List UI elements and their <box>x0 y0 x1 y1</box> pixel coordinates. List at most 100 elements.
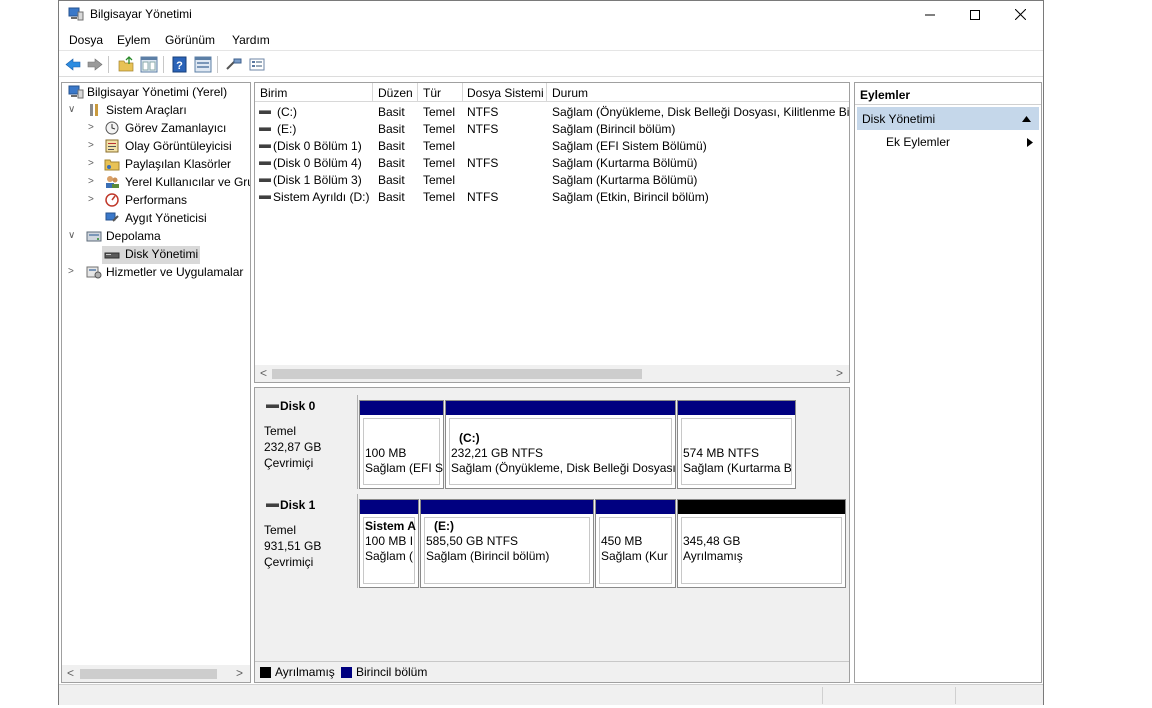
performance-icon <box>105 193 119 207</box>
scroll-right-icon[interactable]: > <box>836 366 843 380</box>
cell-tur: Temel <box>423 122 456 136</box>
tree-label: Depolama <box>106 229 161 243</box>
forward-arrow-icon[interactable] <box>86 56 104 73</box>
actions-title: Eylemler <box>860 88 911 102</box>
tree-item-performance[interactable]: > Performans <box>62 191 250 209</box>
partition-disk1-unallocated[interactable]: 345,48 GB Ayrılmamış <box>677 499 846 588</box>
disk-0-label[interactable]: Disk 0 Temel 232,87 GB Çevrimiçi <box>255 395 358 489</box>
tree-item-system-tools[interactable]: ∨ Sistem Araçları <box>62 101 250 119</box>
column-header-durum[interactable]: Durum <box>552 86 588 100</box>
volume-row[interactable]: (E:) Basit Temel NTFS Sağlam (Birincil b… <box>255 120 849 137</box>
chevron-right-icon[interactable]: > <box>68 263 78 281</box>
list-horizontal-scrollbar[interactable]: < > <box>255 365 849 382</box>
scrollbar-thumb[interactable] <box>80 669 217 679</box>
disk-1-label[interactable]: Disk 1 Temel 931,51 GB Çevrimiçi <box>255 494 358 588</box>
column-divider[interactable] <box>417 83 418 101</box>
title-bar: Bilgisayar Yönetimi <box>59 1 1043 28</box>
chevron-down-icon[interactable]: ∨ <box>68 101 78 119</box>
chevron-right-icon[interactable]: > <box>88 119 98 137</box>
scrollbar-thumb[interactable] <box>272 369 642 379</box>
legend-label: Ayrılmamış <box>275 665 335 679</box>
partition-disk0-recovery[interactable]: 574 MB NTFS Sağlam (Kurtarma B <box>677 400 796 489</box>
cell-duzen: Basit <box>378 105 405 119</box>
scroll-right-icon[interactable]: > <box>236 666 243 680</box>
volume-icon <box>259 178 271 182</box>
column-header-tur[interactable]: Tür <box>423 86 441 100</box>
list-view-icon[interactable] <box>248 56 266 73</box>
volume-icon <box>259 127 271 131</box>
computer-management-icon <box>68 7 84 21</box>
tree-item-services[interactable]: > Hizmetler ve Uygulamalar <box>62 263 250 281</box>
disk-status: Çevrimiçi <box>264 555 314 569</box>
connect-icon[interactable] <box>225 56 243 73</box>
column-divider[interactable] <box>462 83 463 101</box>
volume-row[interactable]: (Disk 0 Bölüm 1) Basit Temel Sağlam (EFI… <box>255 137 849 154</box>
properties-icon[interactable] <box>194 56 212 73</box>
cell-tur: Temel <box>423 105 456 119</box>
help-icon[interactable]: ? <box>171 56 189 73</box>
cell-birim: Sistem Ayrıldı (D:) <box>273 190 370 204</box>
column-divider[interactable] <box>546 83 547 101</box>
scroll-left-icon[interactable]: < <box>260 366 267 380</box>
show-hide-tree-icon[interactable] <box>140 56 158 73</box>
tree-horizontal-scrollbar[interactable]: < > <box>62 665 250 682</box>
tree-item-task-scheduler[interactable]: > Görev Zamanlayıcı <box>62 119 250 137</box>
partition-size: 232,21 GB NTFS <box>451 446 544 460</box>
tree-item-root[interactable]: Bilgisayar Yönetimi (Yerel) <box>62 83 250 101</box>
column-header-duzen[interactable]: Düzen <box>378 86 413 100</box>
volume-row[interactable]: (Disk 1 Bölüm 3) Basit Temel Sağlam (Kur… <box>255 171 849 188</box>
partition-size: 100 MB <box>365 446 407 460</box>
more-actions-item[interactable]: Ek Eylemler <box>886 135 950 149</box>
tree-item-event-viewer[interactable]: > Olay Görüntüleyicisi <box>62 137 250 155</box>
disk-name: Disk 1 <box>280 498 316 512</box>
window-title: Bilgisayar Yönetimi <box>90 7 192 21</box>
tree-item-local-users[interactable]: > Yerel Kullanıcılar ve Gru <box>62 173 250 191</box>
tree-item-device-manager[interactable]: Aygıt Yöneticisi <box>62 209 250 227</box>
menu-eylem[interactable]: Eylem <box>117 33 150 47</box>
disk-size: 931,51 GB <box>264 539 322 553</box>
column-divider[interactable] <box>372 83 373 101</box>
partition-disk1-recovery[interactable]: 450 MB Sağlam (Kur <box>595 499 676 588</box>
tree-label: Bilgisayar Yönetimi (Yerel) <box>87 85 228 99</box>
menu-yardim[interactable]: Yardım <box>232 33 270 47</box>
collapse-up-icon[interactable] <box>1022 116 1031 122</box>
tree-item-storage[interactable]: ∨ Depolama <box>62 227 250 245</box>
partition-disk1-e[interactable]: (E:) 585,50 GB NTFS Sağlam (Birincil böl… <box>420 499 594 588</box>
tree-item-shared-folders[interactable]: > Paylaşılan Klasörler <box>62 155 250 173</box>
volume-row[interactable]: (Disk 0 Bölüm 4) Basit Temel NTFS Sağlam… <box>255 154 849 171</box>
cell-duzen: Basit <box>378 156 405 170</box>
back-arrow-icon[interactable] <box>64 56 82 73</box>
chevron-down-icon[interactable]: ∨ <box>68 227 78 245</box>
volume-icon <box>259 110 271 114</box>
toolbar-separator <box>108 56 109 73</box>
column-header-dosya-sistemi[interactable]: Dosya Sistemi <box>467 86 544 100</box>
close-icon <box>1014 9 1026 20</box>
maximize-button[interactable] <box>952 1 998 28</box>
close-button[interactable] <box>997 1 1043 28</box>
chevron-right-icon[interactable]: > <box>88 137 98 155</box>
cell-birim: (E:) <box>277 122 297 136</box>
cell-duzen: Basit <box>378 173 405 187</box>
chevron-right-icon[interactable]: > <box>88 173 98 191</box>
partition-disk1-system-reserved[interactable]: Sistem A 100 MB I Sağlam ( <box>359 499 419 588</box>
chevron-right-icon[interactable]: > <box>88 155 98 173</box>
chevron-right-icon[interactable]: > <box>88 191 98 209</box>
menu-dosya[interactable]: Dosya <box>69 33 103 47</box>
menu-bar: Dosya Eylem Görünüm Yardım <box>59 29 1043 51</box>
volume-row[interactable]: (C:) Basit Temel NTFS Sağlam (Önyükleme,… <box>255 103 849 120</box>
partition-disk0-c[interactable]: (C:) 232,21 GB NTFS Sağlam (Önyükleme, D… <box>445 400 676 489</box>
column-header-birim[interactable]: Birim <box>260 86 287 100</box>
legend-swatch-unallocated <box>260 667 271 678</box>
up-folder-icon[interactable] <box>117 56 135 73</box>
partition-disk0-efi[interactable]: 100 MB Sağlam (EFI S <box>359 400 444 489</box>
cell-tur: Temel <box>423 139 456 153</box>
actions-section-disk-management[interactable]: Disk Yönetimi <box>857 107 1039 130</box>
cell-birim: (Disk 0 Bölüm 1) <box>273 139 362 153</box>
partition-status: Sağlam (EFI S <box>365 461 444 475</box>
scroll-left-icon[interactable]: < <box>67 666 74 680</box>
tree-item-disk-management[interactable]: Disk Yönetimi <box>62 245 250 263</box>
volume-row[interactable]: Sistem Ayrıldı (D:) Basit Temel NTFS Sağ… <box>255 188 849 205</box>
minimize-button[interactable] <box>907 1 953 28</box>
cell-durum: Sağlam (Etkin, Birincil bölüm) <box>552 190 709 204</box>
menu-gorunum[interactable]: Görünüm <box>165 33 215 47</box>
